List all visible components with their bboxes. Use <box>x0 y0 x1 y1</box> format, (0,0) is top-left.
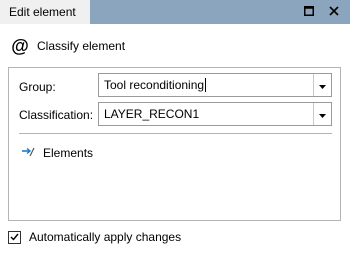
classification-dropdown-button[interactable] <box>313 103 331 125</box>
title-bar: Edit element <box>0 0 350 24</box>
group-dropdown-button[interactable] <box>313 74 331 96</box>
classification-combobox[interactable]: LAYER_RECON1 <box>98 102 332 126</box>
classification-label: Classification: <box>19 108 94 122</box>
auto-apply-option[interactable]: Automatically apply changes <box>8 230 181 244</box>
classification-value[interactable]: LAYER_RECON1 <box>104 107 199 121</box>
classify-label: Classify element <box>37 39 126 53</box>
maximize-button[interactable] <box>300 3 318 21</box>
chevron-down-icon <box>319 78 326 92</box>
close-button[interactable] <box>325 3 343 21</box>
at-icon: @ <box>11 36 29 56</box>
group-value[interactable]: Tool reconditioning <box>104 77 207 92</box>
edit-element-window: Edit element @ Classify element Group: T… <box>0 0 350 276</box>
group-label: Group: <box>19 80 56 94</box>
elements-link[interactable]: Elements <box>21 146 93 160</box>
arrow-elements-icon <box>21 146 35 160</box>
close-icon <box>329 5 339 19</box>
elements-label: Elements <box>43 146 94 160</box>
divider <box>19 133 332 134</box>
classify-header: @ Classify element <box>10 36 125 56</box>
chevron-down-icon <box>319 107 326 121</box>
group-combobox[interactable]: Tool reconditioning <box>98 73 332 97</box>
classification-panel: Group: Tool reconditioning Classificatio… <box>8 67 341 221</box>
maximize-icon <box>304 5 314 19</box>
auto-apply-label: Automatically apply changes <box>29 230 182 244</box>
checkmark-icon <box>10 230 19 244</box>
text-caret <box>205 77 207 92</box>
auto-apply-checkbox[interactable] <box>8 230 21 244</box>
window-title-tab[interactable]: Edit element <box>0 0 90 24</box>
window-title: Edit element <box>9 5 76 19</box>
